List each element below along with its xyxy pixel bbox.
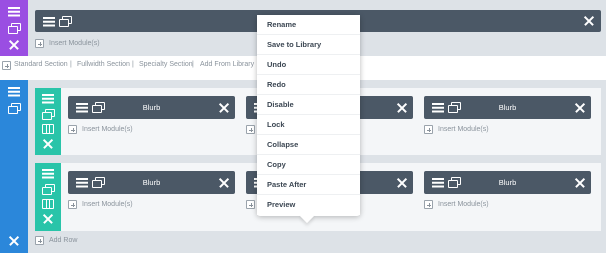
context-menu: Rename Save to Library Undo Redo Disable… xyxy=(257,15,360,224)
menu-item-copy[interactable]: Copy xyxy=(257,155,360,175)
insert-module-link[interactable]: Insert Module(s) xyxy=(82,201,133,208)
plus-icon[interactable] xyxy=(68,125,77,134)
add-from-library-link[interactable]: Add From Library xyxy=(200,61,254,68)
hamburger-icon[interactable] xyxy=(42,94,54,103)
hamburger-icon[interactable] xyxy=(8,7,20,16)
hamburger-icon[interactable] xyxy=(42,169,54,178)
module-blurb[interactable]: Blurb xyxy=(424,96,591,119)
insert-module-link[interactable]: Insert Module(s) xyxy=(438,201,489,208)
plus-icon[interactable] xyxy=(424,200,433,209)
close-icon[interactable] xyxy=(575,178,585,188)
close-icon[interactable] xyxy=(9,40,19,50)
close-icon[interactable] xyxy=(584,16,594,26)
add-row-link[interactable]: Add Row xyxy=(49,237,77,244)
menu-item-undo[interactable]: Undo xyxy=(257,55,360,75)
insert-module-link[interactable]: Insert Module(s) xyxy=(49,40,100,47)
hamburger-icon[interactable] xyxy=(8,87,20,96)
separator: | xyxy=(70,61,72,68)
section-handle[interactable] xyxy=(0,0,28,56)
close-icon[interactable] xyxy=(575,103,585,113)
fullwidth-section-link[interactable]: Fullwidth Section xyxy=(77,61,130,68)
menu-item-redo[interactable]: Redo xyxy=(257,75,360,95)
insert-module-link[interactable]: Insert Module(s) xyxy=(82,126,133,133)
plus-icon[interactable] xyxy=(68,200,77,209)
module-blurb[interactable]: Blurb xyxy=(68,96,235,119)
module-title: Blurb xyxy=(498,178,517,187)
menu-item-rename[interactable]: Rename xyxy=(257,15,360,35)
separator: | xyxy=(132,61,134,68)
columns-icon[interactable] xyxy=(42,199,54,209)
module-title: Blurb xyxy=(142,178,161,187)
plus-icon[interactable] xyxy=(35,39,44,48)
close-icon[interactable] xyxy=(219,103,229,113)
row-handle[interactable] xyxy=(35,88,61,155)
duplicate-icon[interactable] xyxy=(8,103,21,114)
close-icon[interactable] xyxy=(43,139,53,149)
close-icon[interactable] xyxy=(397,103,407,113)
separator: | xyxy=(192,61,194,68)
section-handle[interactable] xyxy=(0,80,28,253)
menu-item-paste-after[interactable]: Paste After xyxy=(257,175,360,195)
duplicate-icon[interactable] xyxy=(59,16,72,27)
hamburger-icon[interactable] xyxy=(43,17,55,26)
module-title: Blurb xyxy=(498,103,517,112)
insert-module-link[interactable]: Insert Module(s) xyxy=(438,126,489,133)
close-icon[interactable] xyxy=(9,236,19,246)
plus-icon[interactable] xyxy=(35,236,44,245)
plus-icon[interactable] xyxy=(2,61,11,70)
plus-icon[interactable] xyxy=(246,125,255,134)
menu-item-preview[interactable]: Preview xyxy=(257,195,360,215)
plus-icon[interactable] xyxy=(246,200,255,209)
plus-icon[interactable] xyxy=(424,125,433,134)
menu-item-save-to-library[interactable]: Save to Library xyxy=(257,35,360,55)
duplicate-icon[interactable] xyxy=(42,109,55,120)
specialty-section-link[interactable]: Specialty Section xyxy=(139,61,193,68)
module-blurb[interactable]: Blurb xyxy=(68,171,235,194)
close-icon[interactable] xyxy=(219,178,229,188)
menu-item-lock[interactable]: Lock xyxy=(257,115,360,135)
close-icon[interactable] xyxy=(397,178,407,188)
row-handle[interactable] xyxy=(35,163,61,231)
duplicate-icon[interactable] xyxy=(8,23,21,34)
standard-section-link[interactable]: Standard Section xyxy=(14,61,68,68)
columns-icon[interactable] xyxy=(42,124,54,134)
module-blurb[interactable]: Blurb xyxy=(424,171,591,194)
menu-item-disable[interactable]: Disable xyxy=(257,95,360,115)
module-title: Blurb xyxy=(142,103,161,112)
menu-item-collapse[interactable]: Collapse xyxy=(257,135,360,155)
duplicate-icon[interactable] xyxy=(42,184,55,195)
close-icon[interactable] xyxy=(43,214,53,224)
